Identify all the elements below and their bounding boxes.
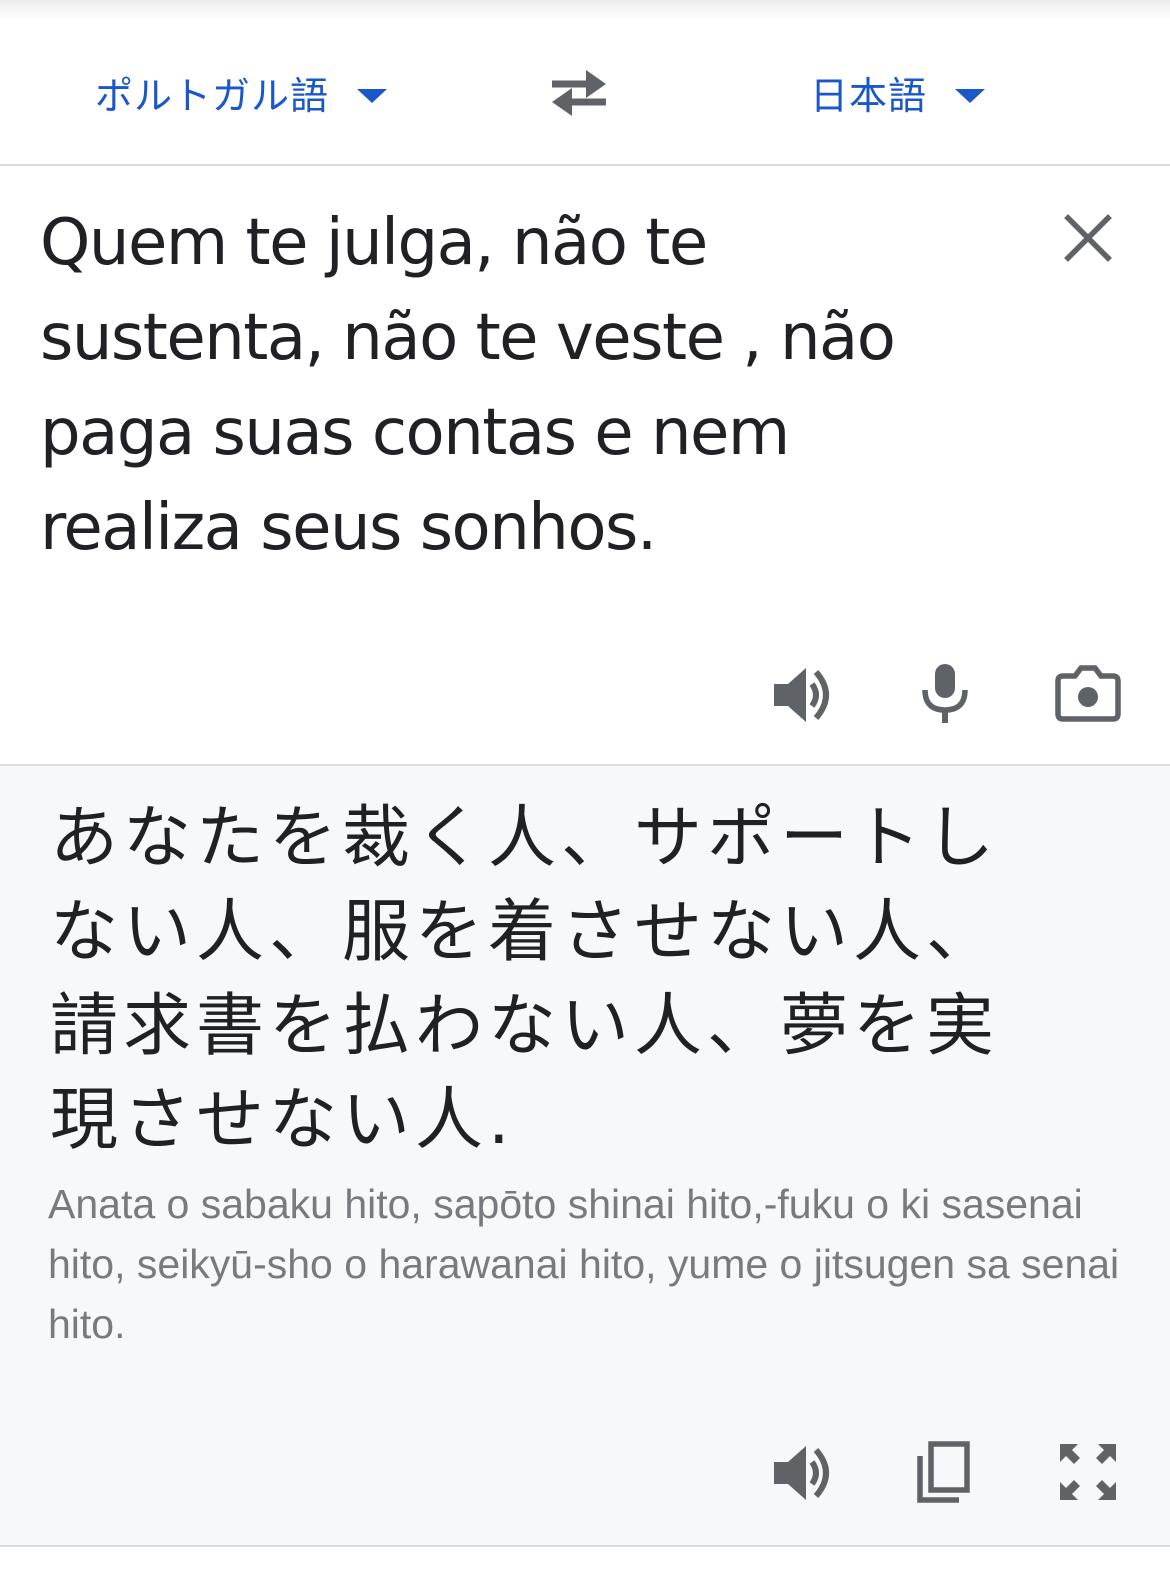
source-language-label: ポルトガル語	[95, 73, 330, 118]
translation-text: あなたを裁く人、サポートしない人、服を着させない人、請求書を払わない人、夢を実現…	[50, 799, 1000, 1160]
romanization-text: Anata o sabaku hito, sapōto shinai hito,…	[48, 1181, 1120, 1347]
copy-icon[interactable]	[915, 1440, 973, 1506]
source-panel: Quem te julga, não te sustenta, não te v…	[0, 166, 1170, 766]
microphone-icon[interactable]	[920, 662, 970, 724]
speaker-icon[interactable]	[772, 664, 834, 726]
caret-down-icon	[357, 89, 388, 103]
target-language-selector[interactable]: 日本語	[810, 64, 986, 120]
close-icon[interactable]	[1062, 212, 1114, 264]
source-text-input[interactable]: Quem te julga, não te sustenta, não te v…	[40, 196, 960, 576]
fullscreen-icon[interactable]	[1058, 1442, 1118, 1502]
camera-icon[interactable]	[1055, 664, 1121, 722]
bottom-strip	[0, 1547, 1170, 1583]
translation-panel: あなたを裁く人、サポートしない人、服を着させない人、請求書を払わない人、夢を実現…	[0, 766, 1170, 1547]
speaker-icon[interactable]	[772, 1442, 834, 1504]
top-shadow	[0, 0, 1170, 20]
source-language-selector[interactable]: ポルトガル語	[95, 64, 388, 120]
swap-arrows-icon[interactable]	[548, 64, 610, 120]
caret-down-icon	[955, 89, 986, 103]
language-bar: ポルトガル語 日本語	[0, 20, 1170, 166]
target-language-label: 日本語	[810, 73, 928, 118]
